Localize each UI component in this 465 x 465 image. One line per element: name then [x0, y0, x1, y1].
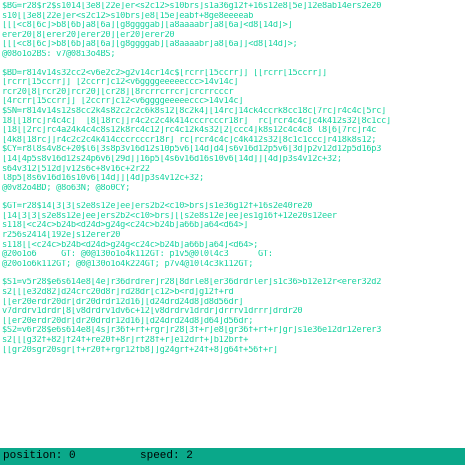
mml-line: [rcrr[15ccrr]] [2ccrr]c12<v6ggggeeeeeccc… [2, 78, 239, 88]
mml-line: @08o1o2BS: v7@08i3o4BS; [2, 49, 116, 59]
mml-line: [14[4p5s8v16d12s24p6v6[29d]]16p5[4s6v16d… [2, 154, 342, 164]
mml-line: s2[[[g32f+82]f24f+re20f+8r]rf28f+r]e12dr… [2, 336, 249, 345]
mml-line: s2[[[e32d82]d24crc20d8r]rd28dr[c12>b<rd]… [2, 288, 234, 298]
mml-line: [[gr20sgr20sgr[f+r20f+rgr12fb8]]g24grf+2… [2, 345, 278, 355]
mml-block: $S1=v5r28$e6s614e8[4e]r36drdrer]r28[8drl… [2, 278, 463, 355]
mml-line: [[er20erdr20dr[dr20drdr12d16][d24drd24d8… [2, 297, 244, 307]
mml-line: @20o1o6 GT: @0@130o1o4k112GT: p1v5@0l0l4… [2, 250, 273, 260]
mml-block: $BD=r814v14s32cc2<v6e2c2>g2v14cr14c$[rcr… [2, 69, 463, 194]
mml-line: s118[<c24c>b24b<d24d>g24g<c24c>b24b]a66b… [2, 221, 249, 231]
terminal-output: $BG=r28$r2$s1014[3e8[22e]er<s2c12>s10brs… [2, 2, 463, 446]
mml-block: $BG=r28$r2$s1014[3e8[22e]er<s2c12>s10brs… [2, 2, 463, 60]
mml-line: l8p5[8s6v16d16s10v6[14d]][4d]p3s4v12c+32… [2, 174, 204, 184]
mml-line: [14[3[3[s2e8s12e]ee]ers2b2<c10>brs][[s2e… [2, 211, 337, 221]
mml-line: $BG=r28$r2$s1014[3e8[22e]er<s2c12>s10brs… [2, 2, 382, 11]
mml-line: @20o1o6k112GT; @0@130o1o4k224GT; p7v4@10… [2, 259, 254, 269]
mml-line: r256s2414[192e]s12erer20 [2, 231, 121, 241]
mml-line: [[[<c8[6c]>b8[6b]a8[6a][g8ggggab][a8aaaa… [2, 21, 293, 31]
mml-line: $S2=v6r28$e6s614e8[4s]r36f+rf+rgr]r28[3f… [2, 326, 382, 336]
mml-line: $SN=r814v14s12s8cc2k4s82c2c2c6k8s12[8c2k… [2, 106, 387, 116]
mml-line: @0v82o4BD; @8o63N; @8o0CY; [2, 183, 131, 193]
mml-line: $CY=r8l8s4v8c+20$l6[3s8p3v16d12s10p5v6[1… [2, 145, 382, 155]
mml-line: s64v312[512d]v12s6c+8v16c+2r22 [2, 164, 150, 174]
status-bar: position: 0 speed: 2 [0, 448, 465, 465]
mml-line: v7drdrv1drdr[8[v8drdrv1dv6c+12[v8drdrv1d… [2, 307, 303, 317]
mml-line: [[[<c8[6c]>b8[6b]a8[6a][g8ggggab][a8aaaa… [2, 40, 298, 50]
mml-line: [18[[2rc]rc4a24k4c4c8s12k8rc4c12]rc4c12k… [2, 126, 377, 136]
mml-line: $S1=v5r28$e6s614e8[4e]r36drdrer]r28[8drl… [2, 278, 382, 288]
mml-line: [[er20erdr20dr[dr20drdr12d16][d24drd24d8… [2, 316, 254, 326]
mml-line: [4k8[18rc]]r4c2c2c4k414cccrcccr18r] rc[r… [2, 135, 377, 145]
mml-block: $GT=r28$14[3[3[s2e8s12e]ee]ers2b2<c10>br… [2, 202, 463, 269]
mml-line: $GT=r28$14[3[3[s2e8s12e]ee]ers2b2<c10>br… [2, 202, 313, 212]
mml-line: [4rcrr[15ccrr]] [2ccrr]c12<v6ggggeeeeecc… [2, 97, 244, 107]
speed-indicator: speed: 2 [140, 450, 193, 462]
mml-line: $BD=r814v14s32cc2<v6e2c2>g2v14cr14c$[rcr… [2, 68, 327, 78]
mml-line: 18[[18rc]r4c4c] [8[18rc]]r4c2c2c4k414ccc… [2, 116, 391, 126]
mml-line: rcr20[8[rcr20]rcr20][cr28][8rcrrcrrcr]cr… [2, 87, 234, 97]
mml-line: erer20[8[erer20]erer20][er20]erer20 [2, 30, 175, 40]
mml-line: s10[[3e8[22e]er<s2c12>s10brs]e8[15e]eabf… [2, 11, 254, 21]
mml-line: s118[[<c24c>b24b<d24d>g24g<c24c>b24b]a66… [2, 240, 259, 250]
position-indicator: position: 0 [3, 450, 76, 462]
